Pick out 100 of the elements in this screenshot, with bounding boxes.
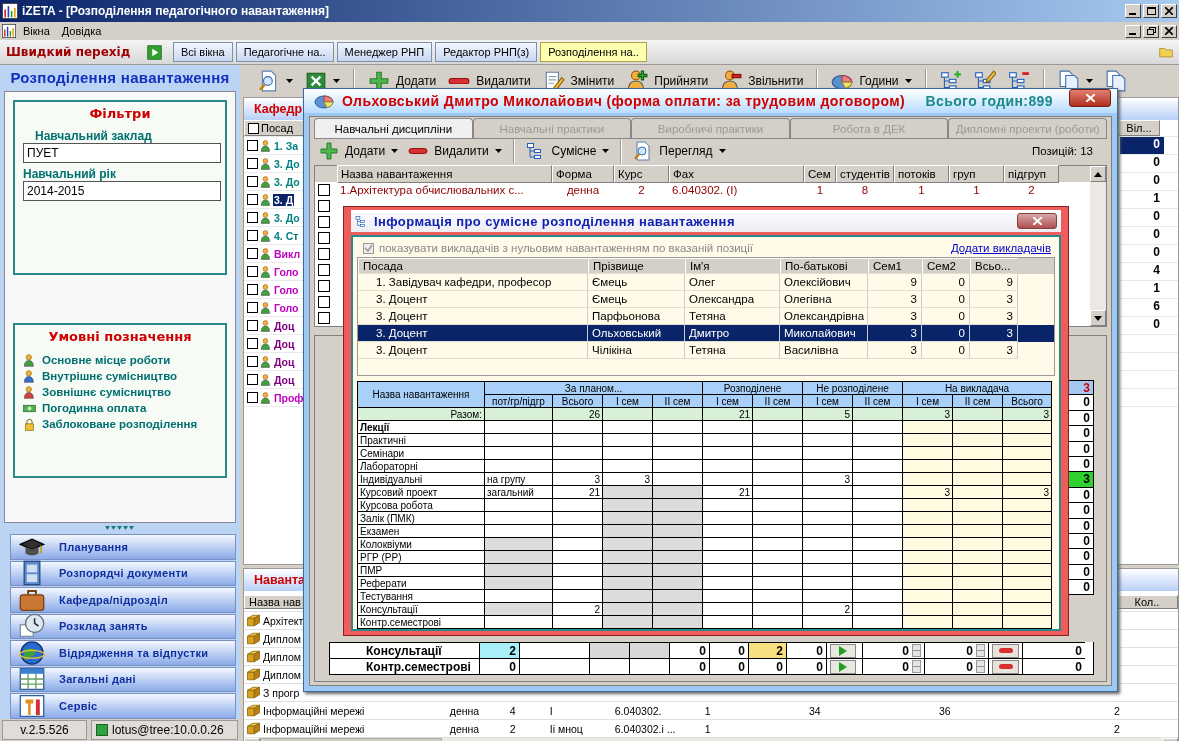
table-row[interactable]: 3. Доцент Ємець Олександра Олегівна 3 0 3	[358, 291, 1054, 308]
table-cell-text: 2	[637, 183, 646, 198]
table-row[interactable]: 3. Доцент Чілікіна Тетяна Василівна 3 0 3	[358, 342, 1054, 359]
vertical-scrollbar[interactable]	[1090, 166, 1106, 326]
column-header[interactable]: По-батькові	[780, 258, 868, 274]
column-header[interactable]: Всьо...	[970, 258, 1018, 274]
column-header[interactable]: Фах	[669, 165, 804, 183]
checkbox[interactable]	[318, 280, 330, 292]
column-header[interactable]: груп	[949, 165, 1004, 183]
close-button[interactable]	[1069, 89, 1111, 107]
toolbar-button[interactable]: Додати	[363, 69, 442, 93]
window-tab[interactable]: Розподілення на..	[540, 42, 647, 62]
go-button[interactable]	[147, 44, 162, 60]
person-icon	[260, 319, 272, 332]
checkbox[interactable]	[247, 158, 258, 169]
remove-button[interactable]	[992, 659, 1019, 674]
maximize-button[interactable]	[1143, 4, 1159, 18]
checkbox[interactable]	[247, 176, 258, 187]
checkbox[interactable]	[318, 296, 330, 308]
input-field[interactable]: 2014-2015	[23, 181, 221, 201]
remove-button[interactable]	[992, 643, 1019, 658]
column-header[interactable]: Форма	[552, 165, 614, 183]
checkbox[interactable]	[318, 312, 330, 324]
person-icon	[260, 337, 272, 350]
nav-button[interactable]: Сервіс	[10, 693, 236, 719]
checkbox[interactable]	[247, 248, 258, 259]
nav-button[interactable]: Планування	[10, 534, 236, 560]
column-header[interactable]: Кол..	[1116, 595, 1178, 609]
table-row[interactable]: 1. Завідувач кафедри, професор Ємець Олег Олексійович 9 0 9	[358, 274, 1054, 291]
column-header[interactable]: Сем1	[868, 258, 922, 274]
nav-button[interactable]: Розпорядчі документи	[10, 560, 236, 586]
checkbox[interactable]	[318, 248, 330, 260]
checkbox[interactable]	[318, 216, 330, 228]
column-header[interactable]: підгруп	[1004, 165, 1059, 183]
nav-button[interactable]: Кафедра/підрозділ	[10, 587, 236, 613]
column-header[interactable]: Курс	[614, 165, 669, 183]
tab[interactable]: Навчальні дисципліни	[314, 118, 473, 138]
table-row[interactable]: 3. Доцент Ольховський Дмитро Миколайович 3 0 3	[358, 325, 1054, 342]
window-tab[interactable]: Всі вікна	[173, 42, 233, 62]
table-cell-text: 8	[860, 183, 870, 198]
checkbox[interactable]	[247, 302, 258, 313]
window-tab[interactable]: Менеджер РНП	[336, 42, 433, 62]
checkbox-label: показувати викладачів з нульовим навантаженням по вказаній позиції	[379, 242, 753, 254]
nav-button[interactable]: Загальні дані	[10, 666, 236, 692]
checkbox[interactable]	[247, 338, 258, 349]
column-header[interactable]: студентів	[836, 165, 894, 183]
table-cell: 2	[509, 722, 516, 735]
menu-item[interactable]: Вікна	[18, 25, 55, 37]
column-header[interactable]: Сем	[804, 165, 836, 183]
checkbox[interactable]	[318, 200, 330, 212]
column-header[interactable]: Сем2	[922, 258, 970, 274]
add-teachers-link[interactable]: Додати викладачів	[950, 242, 1051, 254]
checkbox[interactable]	[247, 212, 258, 223]
checkbox[interactable]	[318, 232, 330, 244]
checkbox[interactable]	[247, 374, 258, 385]
table-cell: Доц	[273, 319, 296, 332]
checkbox[interactable]	[318, 184, 330, 196]
table-cell: 0	[922, 291, 970, 308]
table-cell-text: 6.040302. (І)	[671, 183, 739, 198]
toolbar-button[interactable]: Сумісне	[520, 140, 615, 162]
column-header[interactable]: Прізвище	[588, 258, 685, 274]
checkbox[interactable]	[247, 320, 258, 331]
person-icon	[260, 175, 272, 188]
column-header[interactable]: потоків	[894, 165, 949, 183]
table-cell: Диплом	[263, 650, 301, 663]
close-button[interactable]	[1017, 213, 1057, 229]
splitter-grip-icon[interactable]	[105, 526, 135, 532]
checkbox[interactable]	[247, 392, 258, 403]
restore-button[interactable]	[1143, 24, 1159, 38]
box-title: Умовні позначення	[47, 329, 193, 344]
table-cell: 3	[944, 486, 950, 498]
nav-button[interactable]: Розклад занять	[10, 613, 236, 639]
column-header[interactable]: Назва навантаження	[337, 165, 552, 183]
checkbox[interactable]	[247, 284, 258, 295]
checkbox[interactable]	[247, 230, 258, 241]
checkbox[interactable]	[247, 194, 258, 205]
column-header[interactable]: Віл...	[1118, 120, 1160, 136]
column-header[interactable]: Посада	[358, 258, 588, 274]
window-tab[interactable]: Педагогічне на..	[235, 42, 334, 62]
minimize-button[interactable]	[1125, 4, 1141, 18]
table-cell: денна	[449, 704, 480, 717]
checkbox[interactable]	[247, 266, 258, 277]
nav-button[interactable]: Відрядження та відпустки	[10, 640, 236, 666]
column-header[interactable]: Ім'я	[685, 258, 780, 274]
window-tab[interactable]: Редактор РНП(з)	[435, 42, 538, 62]
table-cell: 3	[868, 291, 922, 308]
table-cell: 2	[480, 642, 520, 658]
play-button[interactable]	[830, 643, 856, 658]
table-cell: 3. Доцент	[358, 325, 588, 342]
folder-icon	[1159, 45, 1173, 59]
play-button[interactable]	[830, 659, 856, 674]
minimize-button[interactable]	[1125, 24, 1141, 38]
toolbar-button[interactable]: Перегляд	[628, 140, 731, 162]
checkbox[interactable]	[247, 140, 258, 151]
checkbox[interactable]	[247, 356, 258, 367]
toolbar-button[interactable]: Додати	[314, 140, 404, 162]
menu-item[interactable]: Довідка	[56, 25, 107, 37]
checkbox[interactable]	[318, 264, 330, 276]
toolbar-button[interactable]: Видалити	[403, 143, 507, 159]
input-field[interactable]: ПУЕТ	[23, 143, 221, 163]
